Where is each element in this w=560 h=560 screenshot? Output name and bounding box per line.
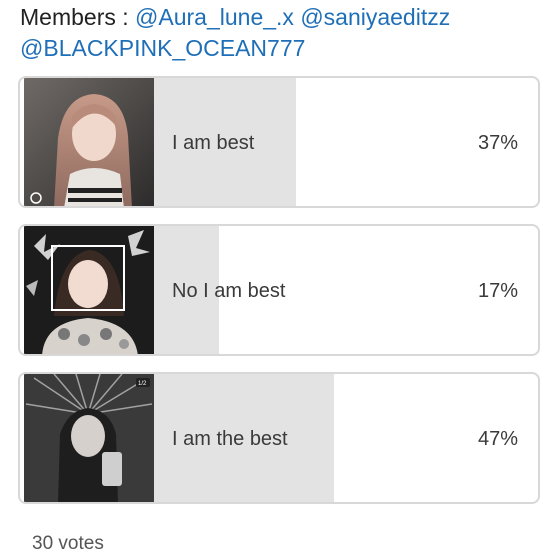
mention-link-saniyaeditzz[interactable]: @saniyaeditzz: [300, 4, 450, 30]
option-thumbnail-image: 1/2: [24, 374, 154, 502]
option-thumbnail-image: [24, 226, 154, 354]
mention-link-aura-lune[interactable]: @Aura_lune_.x: [135, 4, 294, 30]
poll-option-2[interactable]: No I am best 17%: [18, 224, 540, 356]
svg-text:1/2: 1/2: [138, 381, 147, 387]
mention-link-blackpink-ocean[interactable]: @BLACKPINK_OCEAN777: [20, 35, 305, 61]
poll-option-3[interactable]: 1/2 I am the best 47%: [18, 372, 540, 504]
poll-option-percent: 37%: [477, 132, 518, 154]
poll-option-label: I am the best: [172, 428, 288, 450]
poll-option-percent: 47%: [477, 428, 518, 450]
vote-count: 30 votes: [32, 533, 104, 554]
poll-option-label: I am best: [172, 132, 255, 154]
option-thumbnail-image: [24, 78, 154, 206]
poll-option-1[interactable]: I am best 37%: [18, 76, 540, 208]
poll-option-percent: 17%: [477, 280, 518, 302]
members-label: Members :: [20, 4, 136, 30]
poll-option-label: No I am best: [172, 280, 286, 302]
poll-header: Members : @Aura_lune_.x @saniyaeditzz @B…: [20, 2, 550, 64]
